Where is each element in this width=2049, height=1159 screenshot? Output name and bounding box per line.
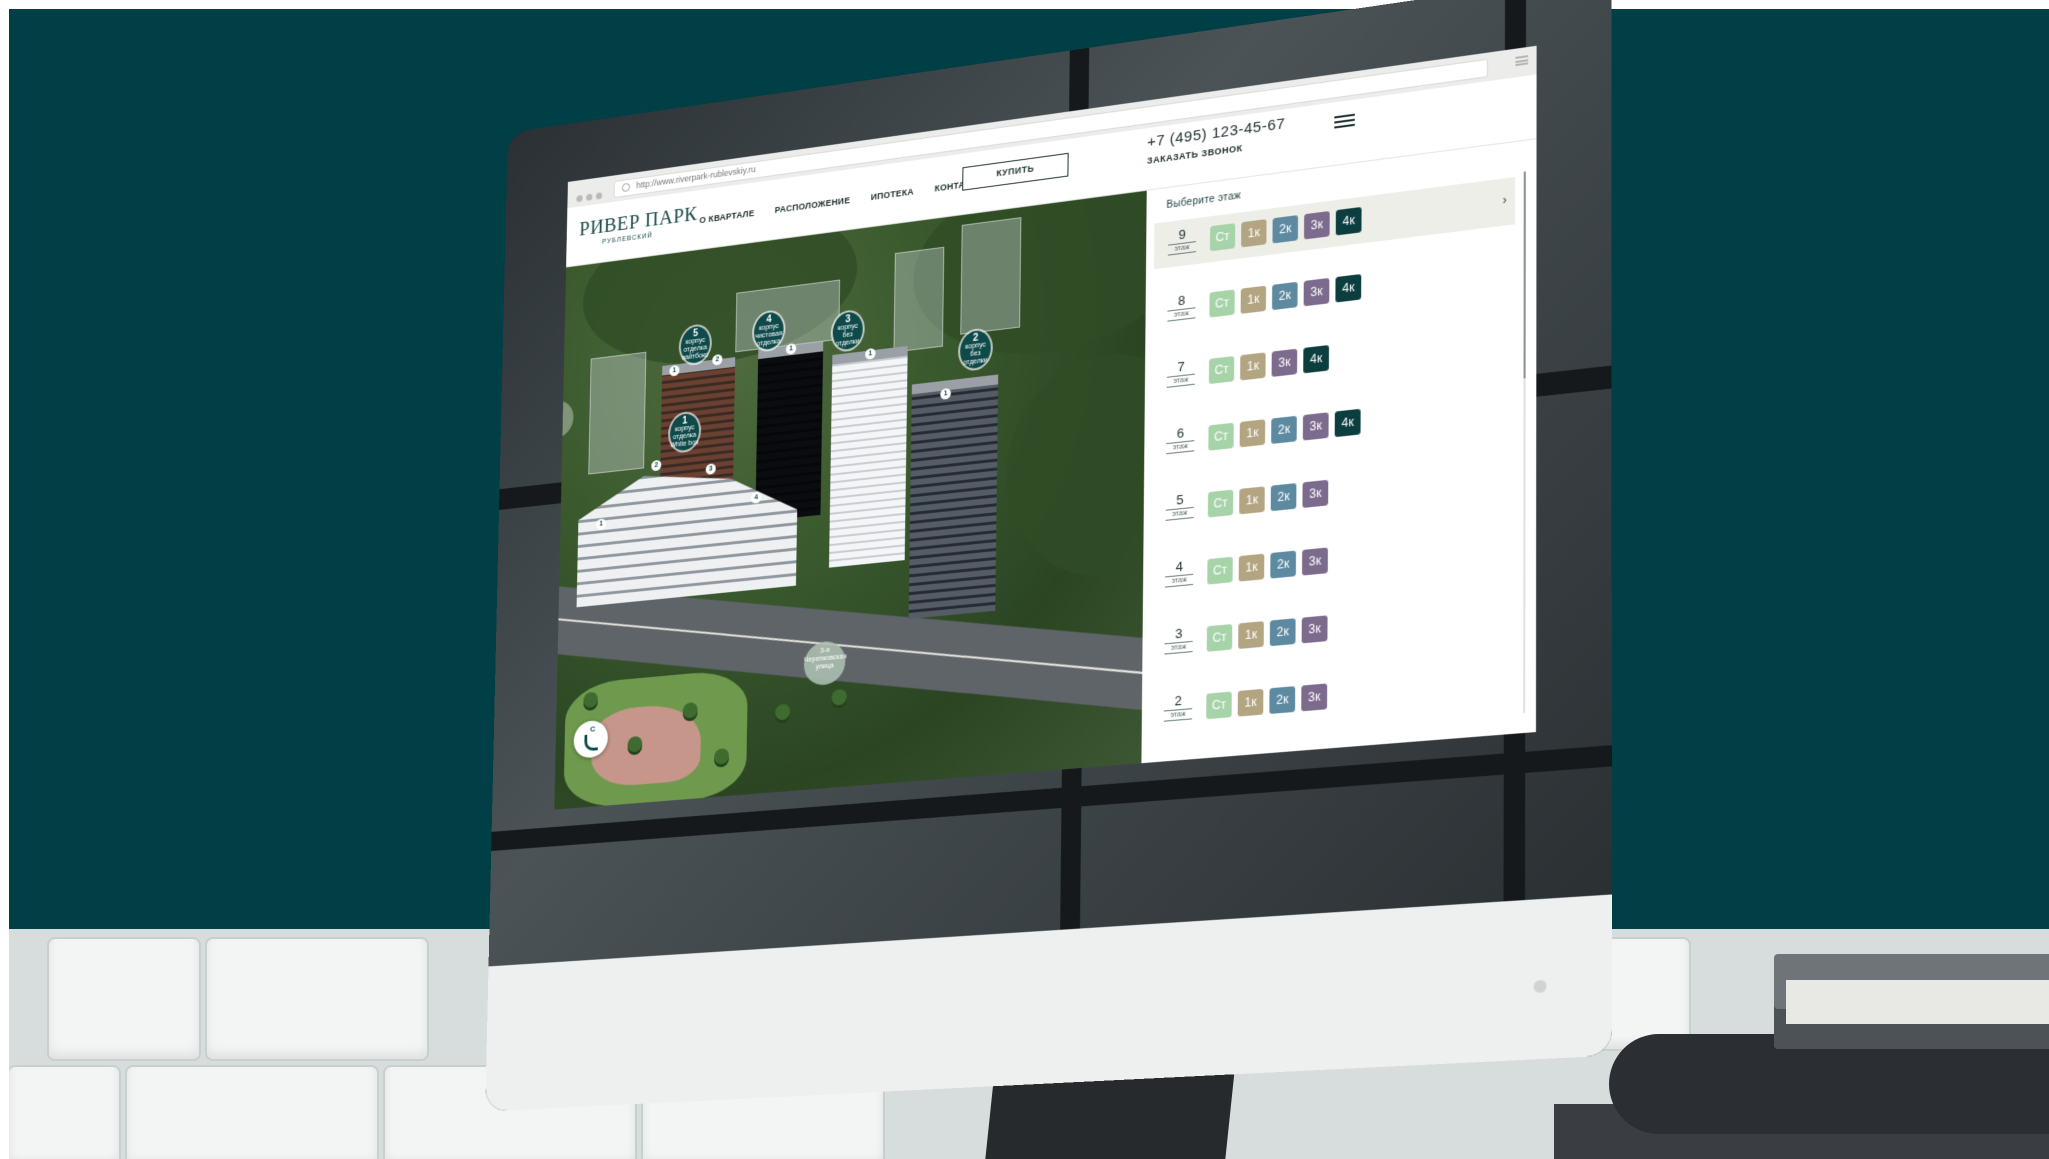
chip-1-room[interactable]: 1к [1240,419,1266,447]
power-indicator [1534,980,1547,994]
future-building [735,280,840,353]
chip-4-room[interactable]: 4к [1335,409,1361,437]
chip-3-room[interactable]: 3к [1272,349,1298,377]
monitor: http://www.riverpark-rublevskiy.ru РИВЕР… [0,0,2049,1159]
chevron-right-icon[interactable]: › [1503,192,1507,207]
chip-1-room[interactable]: 1к [1238,689,1264,717]
chip-studio[interactable]: Ст [1207,624,1233,652]
chip-1-room[interactable]: 1к [1241,286,1266,314]
floor-row-5[interactable]: 5 этаж Ст 1к 2к 3к [1152,450,1515,534]
chip-studio[interactable]: Ст [1209,289,1234,317]
apartment-type-chips: Ст 1к 2к 3к 4к [1209,274,1361,318]
panel-title: Выберите этаж [1166,190,1241,211]
chip-2-room[interactable]: 2к [1269,686,1295,714]
floor-label: этаж [1166,440,1194,454]
chip-1-room[interactable]: 1к [1240,352,1266,380]
floor-number: 3 этаж [1164,625,1192,655]
building-pin[interactable]: 4 корпус чистовая отделка [754,311,784,351]
monitor-body: http://www.riverpark-rublevskiy.ru РИВЕР… [485,0,1612,1112]
chip-2-room[interactable]: 2к [1272,282,1298,310]
floor-number-value: 6 [1166,424,1194,442]
building-pin[interactable]: 1 корпус отделка White box [670,412,700,452]
floor-row-4[interactable]: 4 этаж Ст 1к 2к 3к [1151,519,1515,601]
building-3[interactable] [829,354,908,568]
chip-studio[interactable]: Ст [1208,423,1233,451]
future-building [893,247,944,353]
chip-3-room[interactable]: 3к [1301,683,1327,711]
chip-2-room[interactable]: 2к [1270,618,1296,646]
building-pin[interactable]: 2 корпус без отделки [960,329,991,370]
floor-number: 4 этаж [1165,558,1193,588]
chip-1-room[interactable]: 1к [1239,554,1265,582]
chip-studio[interactable]: Ст [1209,356,1234,384]
floor-label: этаж [1164,641,1192,655]
apartment-type-chips: Ст 1к 2к 3к [1208,480,1328,518]
floor-number-value: 4 [1165,558,1193,576]
apartment-type-chips: Ст 1к 2к 3к 4к [1210,207,1362,251]
nav-item-about[interactable]: О КВАРТАЛЕ [699,208,754,225]
future-building [960,217,1021,335]
floor-number: 7 этаж [1167,358,1195,388]
panel-scrollbar[interactable] [1523,171,1526,713]
apartment-type-chips: Ст 1к 2к 3к 4к [1208,409,1360,451]
floor-number: 2 этаж [1164,692,1192,722]
chip-2-room[interactable]: 2к [1271,483,1297,511]
floor-row-3[interactable]: 3 этаж Ст 1к 2к 3к [1150,588,1514,668]
chip-studio[interactable]: Ст [1206,692,1232,720]
chip-2-room[interactable]: 2к [1270,551,1296,579]
apartment-type-chips: Ст 1к 2к 3к [1207,615,1328,651]
chip-3-room[interactable]: 3к [1303,412,1329,440]
chip-studio[interactable]: Ст [1207,557,1232,585]
floor-number-value: 5 [1166,491,1194,509]
floor-label: этаж [1166,507,1194,521]
future-building [588,352,646,475]
floor-number: 8 этаж [1167,291,1195,321]
buy-button[interactable]: КУПИТЬ [962,153,1068,191]
floor-label: этаж [1165,574,1193,588]
chip-3-room[interactable]: 3к [1304,278,1330,306]
chip-1-room[interactable]: 1к [1238,621,1264,649]
chip-3-room[interactable]: 3к [1302,480,1328,508]
floor-label: этаж [1168,241,1196,256]
floor-selector-panel: Выберите этаж 9 этаж Ст 1к 2к 3к 4к › 8 этаж Ст 1к 2… [1141,139,1536,763]
floor-number: 9 этаж [1168,225,1196,256]
chip-2-room[interactable]: 2к [1272,215,1298,243]
chip-3-room[interactable]: 3к [1304,211,1330,240]
aerial-masterplan[interactable]: 5 корпус отделка вайтбокс 4 корпус чистовая … [554,191,1146,810]
chip-3-room[interactable]: 3к [1302,547,1328,575]
building-pin[interactable]: 3 корпус без отделки [832,311,863,352]
apartment-type-chips: Ст 1к 2к 3к [1207,547,1328,584]
chip-3-room[interactable]: 3к [1302,615,1328,643]
floor-label: этаж [1164,708,1192,722]
chip-1-room[interactable]: 1к [1239,486,1265,514]
browser-menu-icon[interactable] [1515,55,1528,66]
compass-north-label: С [590,724,595,733]
apartment-type-chips: Ст 1к 2к 3к [1206,683,1327,719]
floor-number-value: 2 [1164,692,1192,710]
chip-studio[interactable]: Ст [1210,223,1235,251]
apartment-type-chips: Ст 1к 3к 4к [1209,345,1329,384]
reload-icon[interactable] [622,183,630,193]
chip-4-room[interactable]: 4к [1303,345,1329,373]
floor-label: этаж [1167,307,1195,321]
chip-4-room[interactable]: 4к [1336,207,1362,236]
floor-number: 5 этаж [1166,491,1194,521]
chip-4-room[interactable]: 4к [1335,274,1361,303]
floor-number: 6 этаж [1166,424,1194,454]
floor-number-value: 3 [1165,625,1193,643]
nav-item-mortgage[interactable]: ИПОТЕКА [871,187,914,202]
nav-item-location[interactable]: РАСПОЛОЖЕНИЕ [775,195,851,215]
building-pin[interactable]: 5 корпус отделка вайтбокс [680,325,710,365]
chip-1-room[interactable]: 1к [1241,219,1266,247]
site-logo[interactable]: РИВЕР ПАРК РУБЛЕВСКИЙ [579,202,698,249]
chip-studio[interactable]: Ст [1208,490,1233,518]
floor-label: этаж [1167,374,1195,388]
chip-2-room[interactable]: 2к [1271,416,1297,444]
floor-row-2[interactable]: 2 этаж Ст 1к 2к 3к [1150,657,1515,735]
menu-icon[interactable] [1334,114,1355,131]
building-2[interactable] [909,382,999,619]
